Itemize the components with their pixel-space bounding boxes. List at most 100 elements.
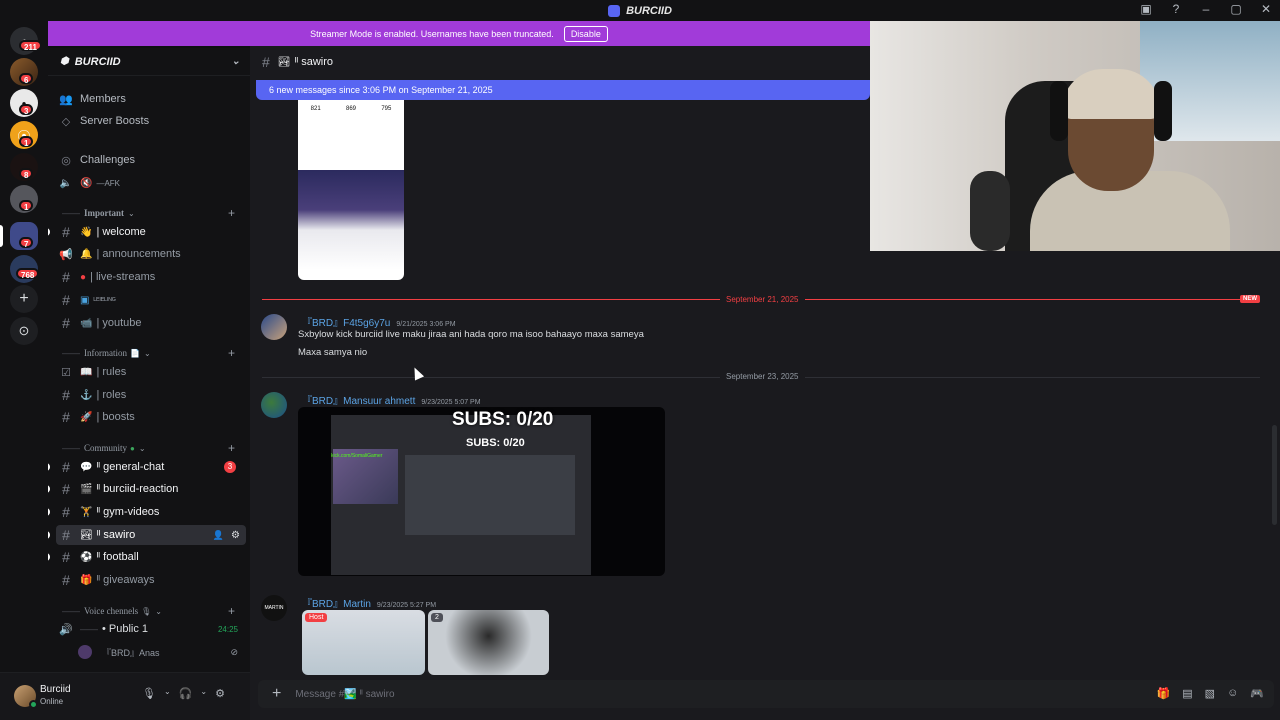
message-author[interactable]: 『BRD』Mansuur ahmett 9/23/2025 5:07 PM [302,392,481,407]
server-header[interactable]: ⬢ BURCIID ⌄ [48,48,250,76]
unread-badge: 6 [19,73,34,85]
tiktok-screenshot-image[interactable]: 821 869 795 [298,100,404,280]
channel-rules[interactable]: ☑ 📖 | rules [56,362,246,382]
unread-badge: 211 [19,40,42,52]
add-channel-icon[interactable]: + [228,206,235,220]
clapper-emoji-icon: 🎬 [80,483,93,495]
category-voice-chennels[interactable]: —— Voice chennels 🎙 ⌄ + [62,604,235,618]
minimize-icon[interactable]: – [1198,2,1214,16]
channel-boosts[interactable]: # 🚀 | boosts [56,407,246,427]
voice-channel-afk[interactable]: 🔈 🔇 —AFK [56,173,246,193]
channel-general-chat[interactable]: # 💬 ᴵᴵ general-chat 3 [48,457,246,477]
attachment-image[interactable]: 2 [428,610,549,675]
embed-url-text: kick.com/SomaliGamer [331,453,383,459]
add-channel-icon[interactable]: + [228,441,235,455]
category-community[interactable]: —— Community ● ⌄ + [62,441,235,455]
message-author[interactable]: 『BRD』F4t5g6y7u 9/21/2025 3:06 PM [302,314,456,329]
lifter-emoji-icon: 🏋 [80,506,93,518]
close-icon[interactable]: ✕ [1258,2,1274,16]
hash-icon: # [62,315,70,331]
chevron-down-icon[interactable]: ⌄ [164,687,171,700]
help-icon[interactable]: ? [1168,2,1184,16]
user-controls: 🎙 ⌄ 🎧 ⌄ ⚙ [142,687,225,700]
chevron-down-icon: ⌄ [143,348,151,358]
gif-icon[interactable]: ▤ [1182,687,1192,700]
disable-button[interactable]: Disable [563,25,608,42]
channel-giveaways[interactable]: # 🎁 ᴵᴵ giveaways [56,570,246,590]
channel-leveling[interactable]: # ▣ ᴸᴱᴵᴱᴸᴵᴺᴳ [56,290,246,310]
channel-sawiro[interactable]: # 🏞 ᴵᴵ sawiro 👤 ⚙ [48,525,246,545]
channel-label: | boosts [96,411,135,423]
sidebar-item-challenges[interactable]: ◎ Challenges [56,150,246,170]
chevron-down-icon: ⌄ [155,606,162,616]
category-line: —— [62,208,80,218]
channel-welcome[interactable]: # 👋 | welcome [48,222,246,242]
message-composer[interactable]: + Message #🏞️ ᴵᴵ sawiro 🎁 ▤ ▧ ☺ 🎮 [258,680,1274,708]
discover-icon[interactable]: ⊙ [10,317,38,345]
unread-badge: 3 [19,104,34,116]
avatar[interactable] [261,314,287,340]
hash-icon: # [262,54,270,70]
inbox-icon[interactable]: ▣ [1138,2,1154,16]
sticker-icon[interactable]: ▧ [1205,687,1215,700]
speaker-icon: 🔊 [59,623,73,636]
window-title: BURCIID [608,4,672,17]
add-channel-icon[interactable]: + [228,604,235,618]
gear-icon[interactable]: ⚙ [215,687,225,700]
channel-youtube[interactable]: # 📹 | youtube [56,313,246,333]
new-tag: NEW [1240,295,1260,303]
gear-icon[interactable]: ⚙ [231,530,240,541]
channel-announcements[interactable]: 📢 🔔 | announcements [56,244,246,264]
microphone-icon[interactable]: 🎙 [142,687,156,700]
hash-icon: # [62,224,70,240]
add-attachment-icon[interactable]: + [272,685,281,703]
app-root: BURCIID ▣ ? – ▢ ✕ ◕ 211 6 ● 3 ⦿ 1 8 1 7 … [0,0,1280,720]
headphones-icon[interactable]: 🎧 [179,687,193,700]
count-tag: 2 [431,613,443,622]
voice-channel-public-1[interactable]: 🔊 —— • Public 1 24:25 [56,619,246,639]
voice-user[interactable]: 『BRD』Anas ⊘ [78,642,246,662]
hash-icon: # [62,387,70,403]
add-server-icon[interactable]: + [10,285,38,313]
title-bar: BURCIID ▣ ? – ▢ ✕ [0,0,1280,21]
add-channel-icon[interactable]: + [228,346,235,360]
avatar[interactable]: MARTIN [261,595,287,621]
channel-burciid-reaction[interactable]: # 🎬 ᴵᴵ burciid-reaction [48,479,246,499]
category-important[interactable]: —— Important ⌄ + [62,206,235,220]
category-label: Community [84,443,128,453]
avatar[interactable] [261,392,287,418]
invite-icon[interactable]: 👤 [213,530,224,541]
book-emoji-icon: 📖 [80,366,93,378]
server-list: ◕ 211 6 ● 3 ⦿ 1 8 1 7 768 + ⊙ [0,21,48,720]
chevron-down-icon[interactable]: ⌄ [200,687,207,700]
maximize-icon[interactable]: ▢ [1228,2,1244,16]
category-information[interactable]: —— Information 📄 ⌄ + [62,346,235,360]
message-input[interactable]: Message #🏞️ ᴵᴵ sawiro [295,689,394,700]
channel-roles[interactable]: # ⚓ | roles [56,385,246,405]
globe-emoji-icon: ● [130,443,135,453]
sidebar-item-members[interactable]: 👥 Members [56,89,246,109]
channel-line: —— [80,624,98,634]
stream-screenshot-image[interactable]: kick.com/SomaliGamer SUBS: 0/20 SUBS: 0/… [298,407,665,576]
message-author[interactable]: 『BRD』Martin 9/23/2025 5:27 PM [302,595,436,610]
sidebar-item-server-boosts[interactable]: ◇ Server Boosts [56,111,246,131]
emoji-icon[interactable]: ☺ [1227,687,1238,700]
avatar-label: MARTIN [264,605,284,611]
channel-gym-videos[interactable]: # 🏋 ᴵᴵ gym-videos [48,502,246,522]
attachment-image[interactable]: Host [302,610,425,675]
new-messages-bar[interactable]: 6 new messages since 3:06 PM on Septembe… [256,80,870,100]
chat-scrollbar[interactable] [1272,425,1277,525]
apps-icon[interactable]: 🎮 [1250,687,1264,700]
profile-stats: 821 869 795 [298,100,404,112]
picture-emoji-icon: 🏞 [80,529,93,541]
hash-icon: # [62,549,70,565]
channel-live-streams[interactable]: # ● | live-streams [56,267,246,287]
message-text: Sxbylow kick burciid live maku jiraa ani… [298,329,644,340]
new-messages-text: 6 new messages since 3:06 PM on Septembe… [269,85,493,95]
composer-tools: 🎁 ▤ ▧ ☺ 🎮 [1157,687,1264,700]
unread-badge: 768 [16,268,40,280]
megaphone-icon: 📢 [59,248,73,261]
subs-overlay-small: SUBS: 0/20 [466,437,525,449]
channel-football[interactable]: # ⚽ ᴵᴵ football [48,547,246,567]
gift-icon[interactable]: 🎁 [1157,687,1171,700]
